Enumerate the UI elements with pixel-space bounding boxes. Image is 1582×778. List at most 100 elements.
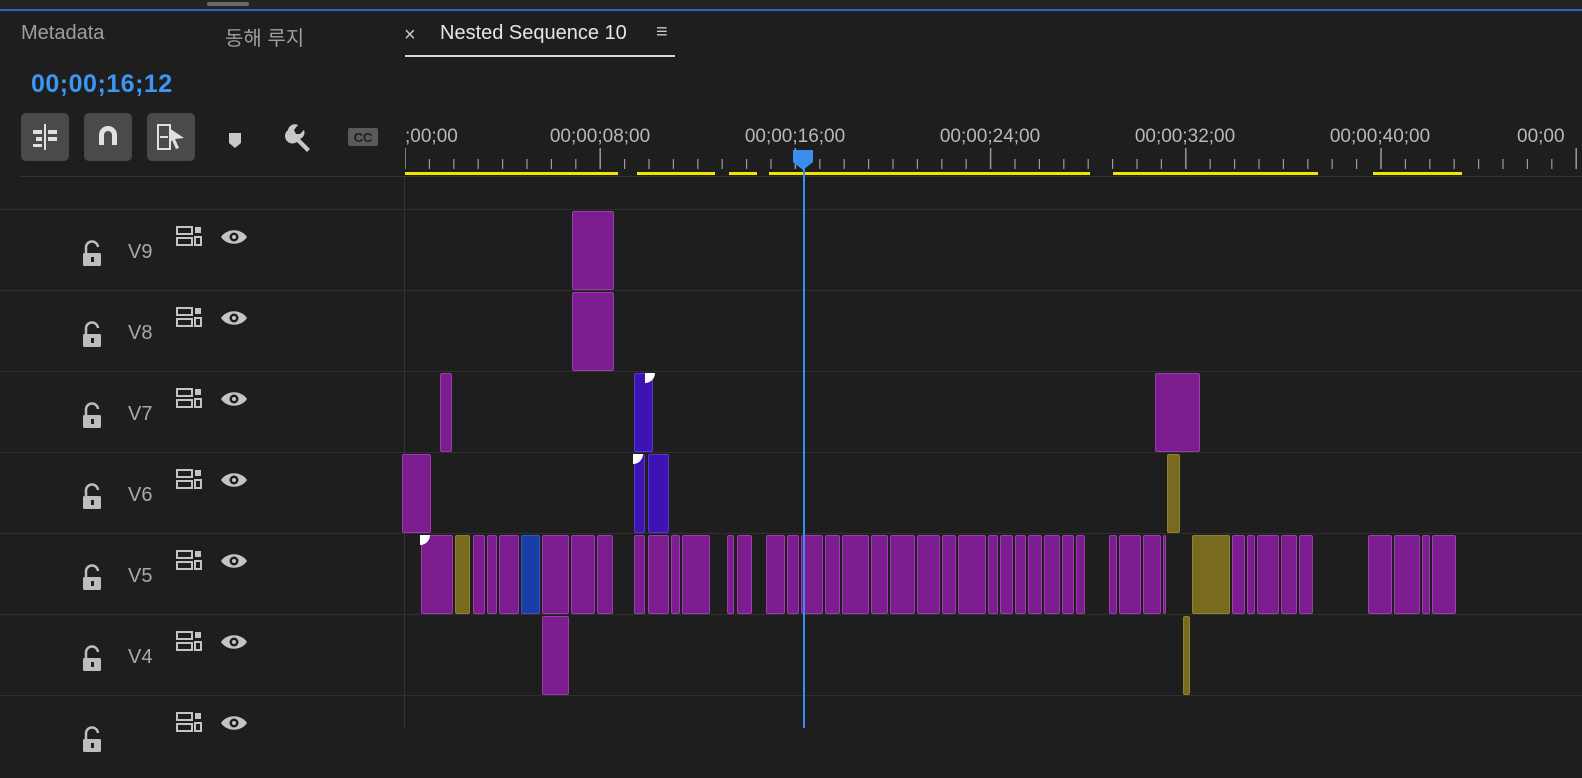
panel-grip[interactable] [207, 2, 249, 6]
track-sync-lock-icon[interactable] [176, 306, 204, 335]
toggle-track-output-eye-icon[interactable] [220, 308, 248, 333]
track-label[interactable]: V7 [128, 403, 152, 426]
close-tab-icon[interactable]: × [404, 24, 416, 47]
timeline-clip[interactable] [1192, 535, 1230, 614]
timeline-clip[interactable] [1299, 535, 1313, 614]
timeline-clip[interactable] [402, 454, 431, 533]
track-sync-lock-icon[interactable] [176, 549, 204, 578]
timeline-clip[interactable] [499, 535, 519, 614]
timeline-clip[interactable] [842, 535, 869, 614]
add-marker-button[interactable] [211, 113, 259, 161]
track-header-v9[interactable]: V9 [0, 210, 404, 292]
timeline-clip[interactable] [572, 211, 614, 290]
playhead-line[interactable] [803, 165, 805, 728]
timeline-clip[interactable] [766, 535, 785, 614]
timeline-clip[interactable] [737, 535, 752, 614]
snap-button[interactable] [84, 113, 132, 161]
track-sync-lock-icon[interactable] [176, 468, 204, 497]
timeline-clip[interactable] [1062, 535, 1074, 614]
tab-active-label[interactable]: Nested Sequence 10 [440, 22, 627, 45]
timeline-clip[interactable] [787, 535, 799, 614]
timeline-clip[interactable] [1076, 535, 1085, 614]
linked-selection-button[interactable] [147, 113, 195, 161]
timeline-clip[interactable] [634, 535, 645, 614]
track-lane-next[interactable] [405, 696, 1582, 778]
timeline-clip[interactable] [1044, 535, 1060, 614]
timeline-clip[interactable] [871, 535, 888, 614]
timeline-clip[interactable] [1015, 535, 1026, 614]
timeline-clip[interactable] [572, 292, 614, 371]
track-header-v4[interactable]: V4 [0, 615, 404, 697]
timeline-clip[interactable] [1257, 535, 1279, 614]
timeline-clip[interactable] [825, 535, 840, 614]
track-lock-icon[interactable] [80, 402, 106, 435]
track-label[interactable]: V6 [128, 484, 152, 507]
track-label[interactable]: V8 [128, 322, 152, 345]
track-label[interactable]: V4 [128, 646, 152, 669]
timeline-clip[interactable] [648, 454, 669, 533]
timeline-clip[interactable] [571, 535, 595, 614]
timeline-clip[interactable] [542, 616, 569, 695]
timeline-clip[interactable] [1143, 535, 1161, 614]
track-lock-icon[interactable] [80, 483, 106, 516]
timeline-clip[interactable] [421, 535, 453, 614]
track-header-next[interactable] [0, 696, 404, 778]
captions-button[interactable]: CC [338, 113, 386, 161]
tab-metadata[interactable]: Metadata [21, 22, 104, 45]
toggle-track-output-eye-icon[interactable] [220, 389, 248, 414]
track-sync-lock-icon[interactable] [176, 225, 204, 254]
timeline-clip[interactable] [473, 535, 485, 614]
track-lane-v6[interactable] [405, 453, 1582, 535]
timeline-clip[interactable] [671, 535, 680, 614]
timeline-clip[interactable] [890, 535, 915, 614]
timeline-clip[interactable] [1281, 535, 1297, 614]
timeline-clip[interactable] [1028, 535, 1042, 614]
toggle-track-output-eye-icon[interactable] [220, 551, 248, 576]
track-lane-v4[interactable] [405, 615, 1582, 697]
timeline-clip[interactable] [1109, 535, 1117, 614]
timeline-clip[interactable] [1422, 535, 1430, 614]
timeline-clip[interactable] [727, 535, 734, 614]
timeline-clip[interactable] [634, 454, 645, 533]
track-lock-icon[interactable] [80, 564, 106, 597]
playhead-timecode[interactable]: 00;00;16;12 [31, 70, 173, 99]
toggle-track-output-eye-icon[interactable] [220, 227, 248, 252]
timeline-clip[interactable] [521, 535, 540, 614]
track-label[interactable]: V9 [128, 241, 152, 264]
clip-transition-corner-icon[interactable] [633, 454, 643, 464]
timeline-clip[interactable] [1247, 535, 1255, 614]
tab-korean-project[interactable]: 동해 루지 [225, 22, 304, 51]
track-sync-lock-icon[interactable] [176, 711, 204, 740]
insert-overwrite-sequences-button[interactable] [21, 113, 69, 161]
panel-menu-icon[interactable]: ≡ [656, 21, 668, 44]
clip-transition-corner-icon[interactable] [645, 373, 655, 383]
track-header-v5[interactable]: V5 [0, 534, 404, 616]
timeline-clip[interactable] [648, 535, 669, 614]
track-lane-v7[interactable] [405, 372, 1582, 454]
timeline-clip[interactable] [634, 373, 653, 452]
timeline-clip[interactable] [1163, 535, 1166, 614]
timeline-clip[interactable] [682, 535, 710, 614]
timeline-clip[interactable] [917, 535, 940, 614]
track-label[interactable]: V5 [128, 565, 152, 588]
timeline-clip[interactable] [1232, 535, 1245, 614]
timeline-clip[interactable] [1183, 616, 1190, 695]
timeline-clip[interactable] [1368, 535, 1392, 614]
track-header-v7[interactable]: V7 [0, 372, 404, 454]
track-lock-icon[interactable] [80, 240, 106, 273]
track-lock-icon[interactable] [80, 645, 106, 678]
timeline-clip[interactable] [1167, 454, 1180, 533]
timeline-clip[interactable] [958, 535, 986, 614]
timeline-clip[interactable] [455, 535, 470, 614]
timeline-clip[interactable] [1119, 535, 1141, 614]
time-ruler[interactable]: ;00;00 00;00;08;00 00;00;16;00 00;00;24;… [405, 115, 1582, 185]
timeline-clip[interactable] [487, 535, 497, 614]
timeline-clip[interactable] [942, 535, 956, 614]
timeline-clip[interactable] [542, 535, 569, 614]
timeline-settings-button[interactable] [275, 113, 323, 161]
track-header-v8[interactable]: V8 [0, 291, 404, 373]
track-lock-icon[interactable] [80, 726, 106, 759]
timeline-clip[interactable] [1000, 535, 1013, 614]
playhead-handle-icon[interactable] [792, 149, 814, 171]
toggle-track-output-eye-icon[interactable] [220, 632, 248, 657]
